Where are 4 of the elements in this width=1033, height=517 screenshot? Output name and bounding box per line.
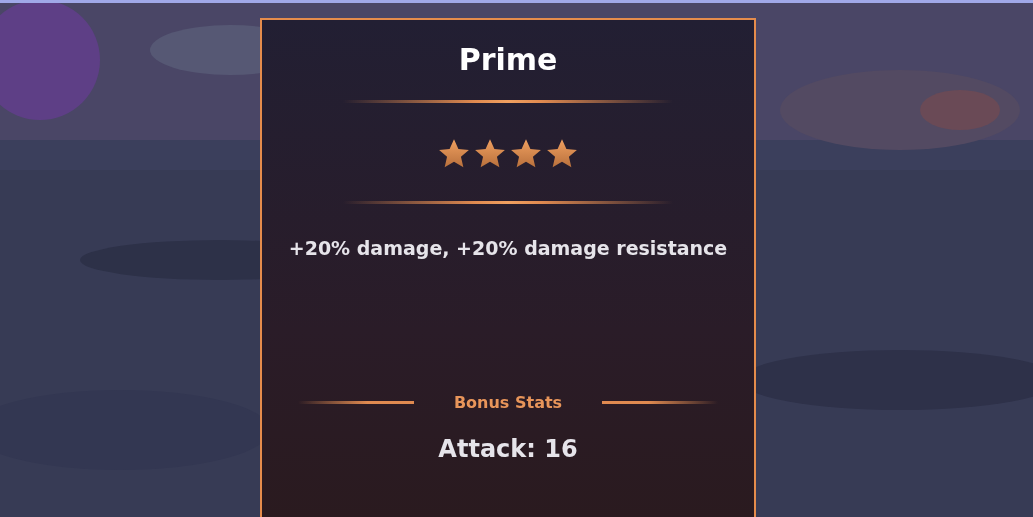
stat-value: Attack: 16	[438, 433, 578, 465]
description: +20% damage, +20% damage resistance	[288, 236, 728, 261]
section-heading: Bonus Stats	[453, 391, 563, 414]
card-title: Prime	[458, 41, 558, 79]
